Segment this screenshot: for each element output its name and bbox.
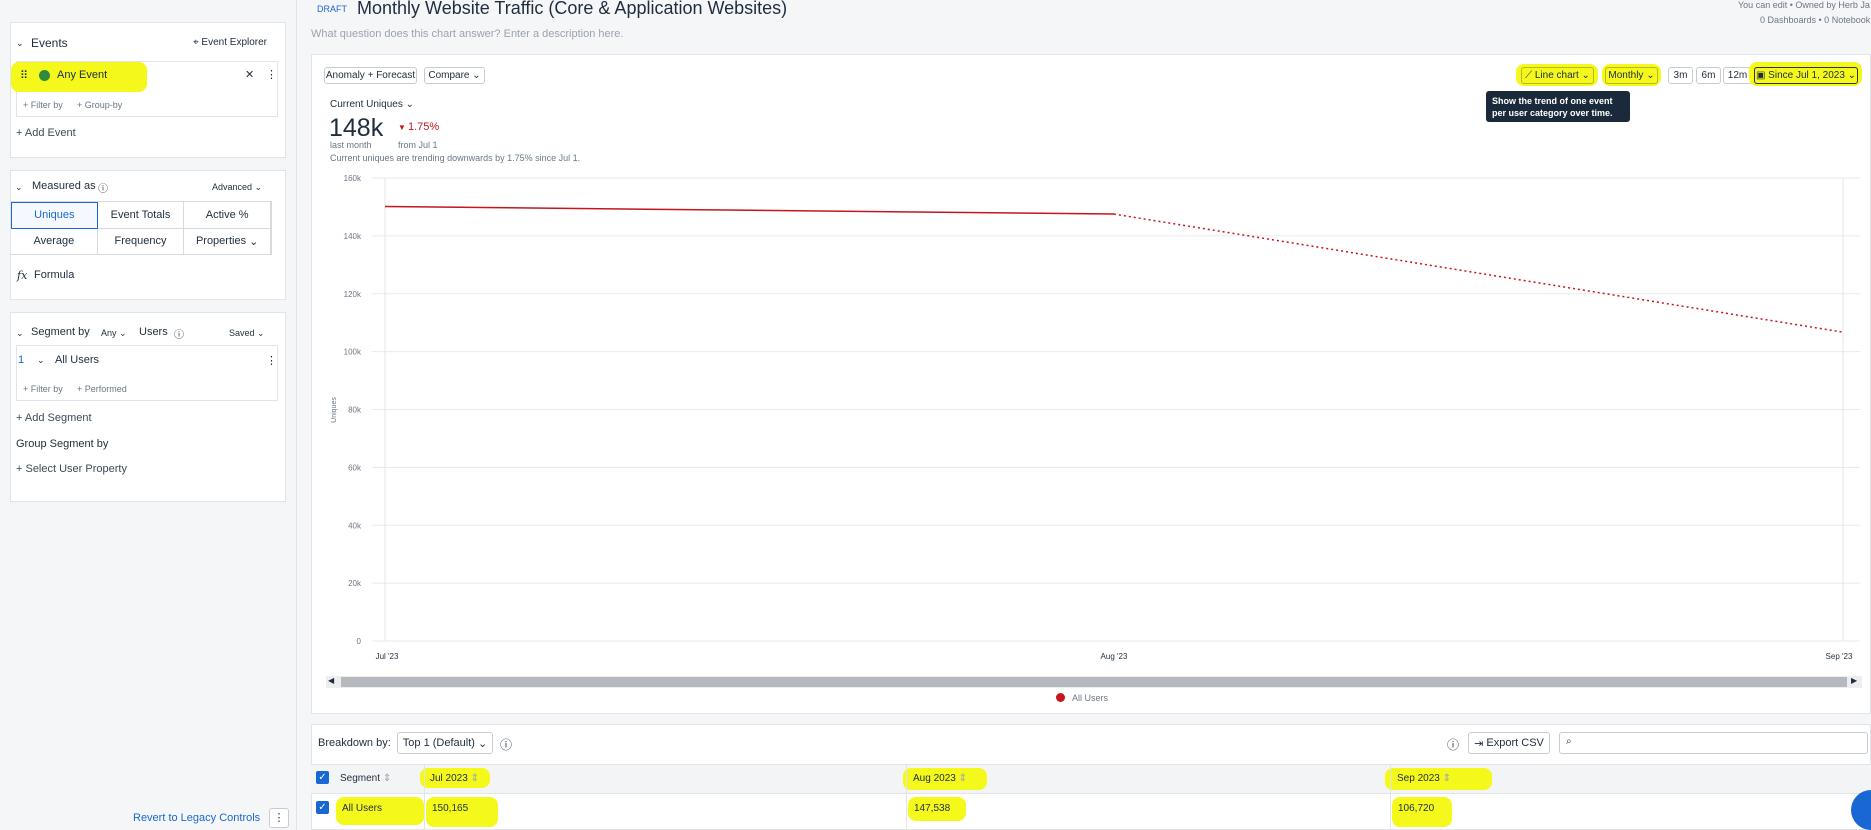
col-jul[interactable]: Jul 2023 ⇕ xyxy=(430,773,479,784)
search-icon: ⌕ xyxy=(1566,736,1572,747)
info-icon[interactable]: ⓘ xyxy=(1447,736,1459,753)
col-divider xyxy=(424,764,425,830)
row-checkbox[interactable]: ✓ xyxy=(316,801,329,814)
y-tick-label: 80k xyxy=(348,406,362,415)
line-chart[interactable]: 0 20k 40k 60k 80k 100k 120k 140k 160k Jul '23 Aug … xyxy=(0,0,1871,830)
y-tick-label: 140k xyxy=(344,232,362,241)
export-csv-button[interactable]: ⇥ Export CSV xyxy=(1468,732,1550,754)
breakdown-select[interactable]: Top 1 (Default) ⌄ xyxy=(397,732,493,754)
breakdown-label: Breakdown by: xyxy=(318,737,391,749)
y-tick-label: 160k xyxy=(344,174,362,183)
cell-aug: 147,538 xyxy=(914,803,951,814)
x-tick-label: Sep '23 xyxy=(1826,652,1853,661)
cell-sep: 106,720 xyxy=(1398,803,1435,814)
scroll-left-icon[interactable]: ◀ xyxy=(328,676,334,685)
y-tick-label: 100k xyxy=(344,348,362,357)
y-tick-label: 0 xyxy=(357,637,362,646)
col-divider xyxy=(906,764,907,830)
chart-scrollbar[interactable]: ◀ ▶ xyxy=(326,676,1862,688)
table-header-row xyxy=(311,764,1871,794)
cell-jul: 150,165 xyxy=(432,803,469,814)
info-icon[interactable]: ⓘ xyxy=(500,736,512,753)
series-line-complete xyxy=(384,205,1115,215)
y-tick-label: 20k xyxy=(348,579,362,588)
y-tick-label: 60k xyxy=(348,463,362,472)
series-line-partial xyxy=(1113,213,1844,333)
x-tick-label: Jul '23 xyxy=(376,652,399,661)
scrollbar-thumb[interactable] xyxy=(341,677,1847,687)
col-divider xyxy=(1390,764,1391,830)
y-tick-label: 40k xyxy=(348,521,362,530)
scroll-right-icon[interactable]: ▶ xyxy=(1851,676,1857,685)
select-all-checkbox[interactable]: ✓ xyxy=(316,771,329,784)
export-icon: ⇥ xyxy=(1474,737,1487,750)
col-sep[interactable]: Sep 2023 ⇕ xyxy=(1397,773,1451,784)
legend-label[interactable]: All Users xyxy=(1072,693,1108,703)
x-tick-label: Aug '23 xyxy=(1101,652,1128,661)
y-axis-label: Uniques xyxy=(331,397,338,423)
col-segment[interactable]: Segment ⇕ xyxy=(340,773,391,784)
legend-swatch xyxy=(1056,693,1065,702)
row-segment[interactable]: All Users xyxy=(342,803,382,814)
col-aug[interactable]: Aug 2023 ⇕ xyxy=(913,773,967,784)
y-tick-label: 120k xyxy=(344,290,362,299)
table-search-input[interactable]: ⌕ xyxy=(1559,732,1868,754)
